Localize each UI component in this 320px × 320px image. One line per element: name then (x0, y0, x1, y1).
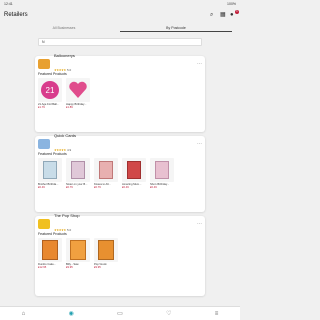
product-image (66, 238, 90, 262)
retailer-logo (38, 139, 50, 149)
product-item[interactable]: Happy Birthday... £1.89 (66, 78, 90, 109)
product-item[interactable]: Pop! Hook £9.95 (94, 238, 118, 269)
product-price: £1.79 (38, 106, 45, 109)
more-icon[interactable]: ⋯ (197, 61, 202, 67)
bottom-nav: ⌂ ◉ ▭ ♡ ≡ (0, 306, 240, 320)
product-price: £9.95 (94, 266, 101, 269)
product-price: £0.49 (122, 186, 129, 189)
home-icon[interactable]: ⌂ (22, 311, 26, 317)
retailer-name: The Pop Shop (54, 212, 80, 218)
status-battery: 100% (227, 2, 236, 6)
product-item[interactable]: She's Birthday... £0.49 (150, 158, 174, 189)
retailer-card[interactable]: Quick Cards ★★★★★4.9 ⋯ Featured Products… (35, 132, 205, 212)
location-icon[interactable]: ◉ (69, 310, 74, 317)
product-item[interactable]: Brother Birthda... £0.49 (38, 158, 62, 189)
product-image (38, 238, 62, 262)
product-image (66, 78, 90, 102)
status-bar: 12:41 100% (0, 0, 240, 8)
rating-value: 4.9 (66, 147, 72, 152)
product-image (122, 158, 146, 182)
product-item[interactable]: Amazing Mum... £0.49 (122, 158, 146, 189)
menu-icon[interactable]: ≡ (215, 311, 219, 317)
product-price: £12.95 (38, 266, 47, 269)
product-price: £0.79 (66, 186, 73, 189)
grid-icon[interactable]: ▦ (220, 12, 226, 18)
retailer-name: Balloonerys (54, 52, 75, 58)
product-price: £0.49 (38, 186, 45, 189)
wishlist-icon[interactable]: ♡ (166, 310, 171, 317)
rating-stars: ★★★★★ (54, 227, 66, 232)
more-icon[interactable]: ⋯ (197, 141, 202, 147)
rating-value: 5.0 (66, 67, 72, 72)
product-item[interactable]: Dumbo Cake... £12.95 (38, 238, 62, 269)
product-image (94, 158, 118, 182)
product-price: £0.79 (94, 186, 101, 189)
ticket-icon[interactable]: ▭ (117, 310, 123, 317)
tab-by-postcode[interactable]: By Postcode (120, 24, 232, 32)
rating-stars: ★★★★★ (54, 67, 66, 72)
product-image: 21 (38, 78, 62, 102)
retailer-card[interactable]: Balloonerys ★★★★★5.0 ⋯ Featured Products… (35, 52, 205, 132)
retailer-card[interactable]: The Pop Shop ★★★★★5.0 ⋯ Featured Product… (35, 212, 205, 296)
svg-text:21: 21 (46, 86, 55, 95)
app-header: Retailers ⌕ ▦ ● 1 (0, 8, 240, 22)
product-item[interactable]: Billy - Saw £9.95 (66, 238, 90, 269)
cart-badge: 1 (235, 10, 239, 14)
cart-icon[interactable]: ● 1 (230, 10, 239, 18)
product-item[interactable]: 21 21 Age Foil Ball... £1.79 (38, 78, 62, 109)
retailer-logo (38, 59, 50, 69)
product-price: £9.95 (66, 266, 73, 269)
search-icon[interactable]: ⌕ (210, 12, 216, 18)
product-image (66, 158, 90, 182)
product-image (150, 158, 174, 182)
tab-all-businesses[interactable]: All Businesses (8, 24, 120, 32)
rating-stars: ★★★★★ (54, 147, 66, 152)
rating-value: 5.0 (66, 227, 72, 232)
status-time: 12:41 (4, 2, 13, 6)
product-price: £1.89 (66, 106, 73, 109)
retailer-tabs: All Businesses By Postcode (8, 24, 232, 32)
retailer-logo (38, 219, 50, 229)
product-item[interactable]: Kisses to All... £0.79 (94, 158, 118, 189)
product-image (38, 158, 62, 182)
product-price: £0.49 (150, 186, 157, 189)
postcode-filter[interactable]: N (38, 38, 202, 46)
retailer-name: Quick Cards (54, 132, 77, 138)
page-title: Retailers (4, 12, 28, 18)
product-item[interactable]: Sister on your B... £0.79 (66, 158, 90, 189)
product-image (94, 238, 118, 262)
more-icon[interactable]: ⋯ (197, 221, 202, 227)
